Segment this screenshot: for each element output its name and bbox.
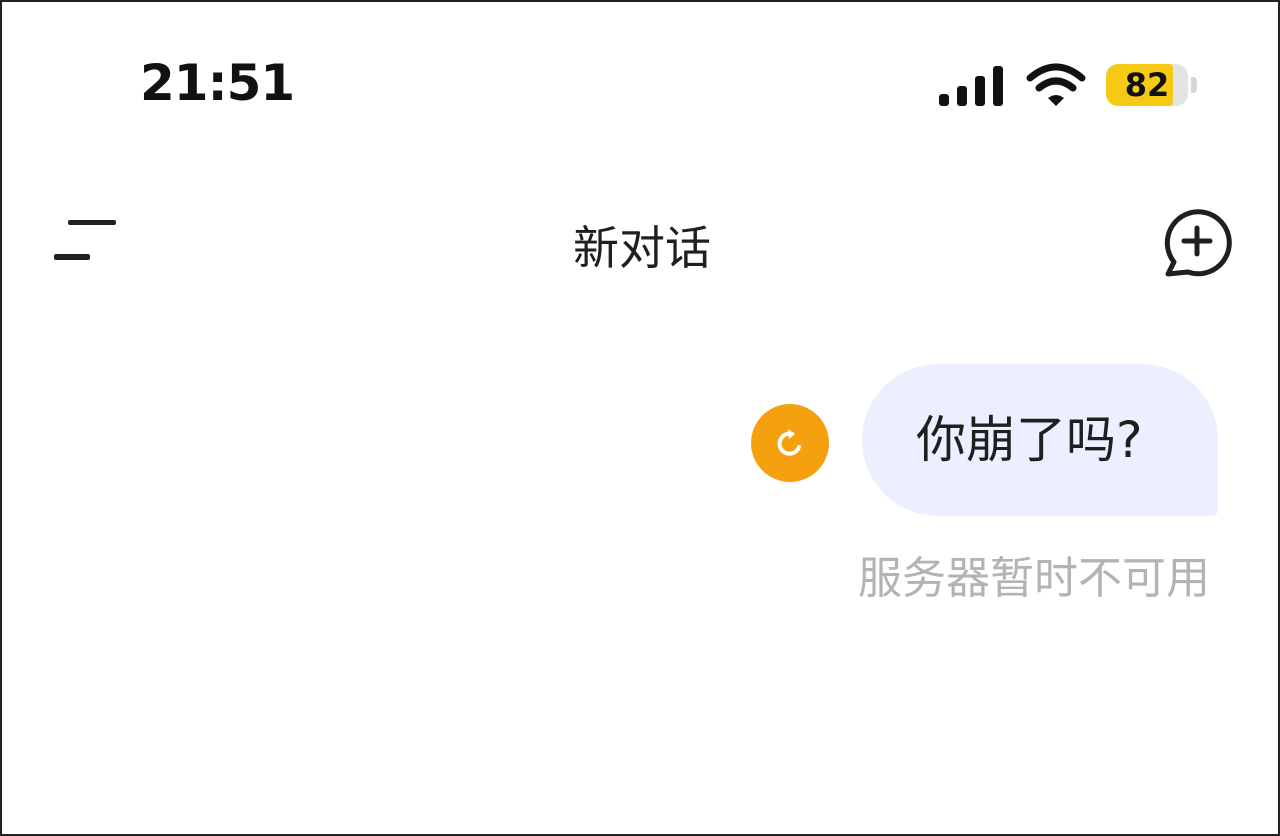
- battery-body: 82: [1106, 64, 1188, 106]
- status-time: 21:51: [140, 54, 295, 112]
- page-title: 新对话: [573, 221, 711, 275]
- new-chat-icon[interactable]: [1158, 204, 1236, 280]
- battery-cap: [1191, 77, 1197, 93]
- signal-icon: [939, 66, 1003, 106]
- status-bar: 21:51 82: [2, 2, 1278, 162]
- retry-button[interactable]: [751, 404, 829, 482]
- battery-icon: 82: [1106, 64, 1198, 106]
- wifi-icon: [1026, 63, 1086, 106]
- battery-level: 82: [1124, 66, 1170, 104]
- retry-icon: [777, 429, 801, 456]
- app-screen: 21:51 82 新对话 你崩了吗? 服务器暂时不可用: [0, 0, 1280, 836]
- user-message-bubble[interactable]: 你崩了吗?: [862, 364, 1218, 516]
- message-error-status: 服务器暂时不可用: [858, 553, 1210, 604]
